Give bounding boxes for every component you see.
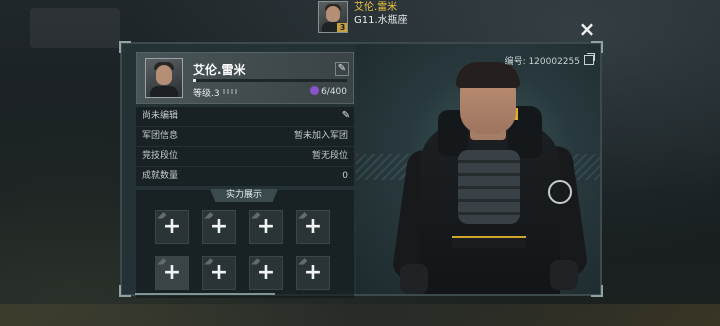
avatar[interactable] xyxy=(145,58,183,98)
copy-icon[interactable] xyxy=(584,53,595,65)
showcase-slot[interactable]: + xyxy=(296,256,330,290)
signature-row[interactable]: 尚未编辑 ✎ xyxy=(136,107,354,126)
level-stripes-decoration xyxy=(223,89,237,94)
strength-showcase: 实力展示 + + + + + + + + xyxy=(136,189,354,298)
info-row-achievements: 成就数量 0 xyxy=(136,167,354,186)
top-avatar[interactable]: 3 xyxy=(318,1,348,33)
profile-info-column: 艾伦.雷米 ✎ 等级.3 6/400 尚未编辑 ✎ 军团信息 暂未加入军团 竞技… xyxy=(136,52,354,298)
showcase-slot[interactable]: + xyxy=(155,210,189,244)
info-row-rank: 竞技段位 暂无段位 xyxy=(136,147,354,166)
showcase-slot[interactable]: + xyxy=(202,210,236,244)
edit-signature-icon[interactable]: ✎ xyxy=(340,110,352,122)
info-row-legion: 军团信息 暂未加入军团 xyxy=(136,127,354,146)
plus-icon: + xyxy=(256,260,276,285)
plus-icon: + xyxy=(303,214,323,239)
exp-progress-bar xyxy=(193,79,347,82)
info-label: 军团信息 xyxy=(142,131,179,141)
panel-bottom-accent xyxy=(135,293,275,295)
profile-panel: 艾伦.雷米 ✎ 等级.3 6/400 尚未编辑 ✎ 军团信息 暂未加入军团 竞技… xyxy=(119,41,603,298)
showcase-slot[interactable]: + xyxy=(202,256,236,290)
plus-icon: + xyxy=(162,260,182,285)
edit-name-icon[interactable]: ✎ xyxy=(335,62,349,76)
character-id: 编号: 120002255 xyxy=(504,57,580,67)
signature-text: 尚未编辑 xyxy=(142,111,179,121)
close-button[interactable]: × xyxy=(576,18,598,40)
showcase-slot[interactable]: + xyxy=(155,256,189,290)
top-player-name: 艾伦.雷米 xyxy=(354,2,398,13)
plus-icon: + xyxy=(209,260,229,285)
info-value: 0 xyxy=(342,171,348,181)
exp-value-text: 6/400 xyxy=(321,87,347,97)
profile-card: 艾伦.雷米 ✎ 等级.3 6/400 xyxy=(136,52,354,104)
character-illustration xyxy=(391,60,589,294)
exp-value: 6/400 xyxy=(310,86,347,97)
top-server-name: G11.水瓶座 xyxy=(354,15,408,26)
showcase-title: 实力展示 xyxy=(210,189,278,202)
top-level-badge: 3 xyxy=(337,23,347,32)
info-value: 暂未加入军团 xyxy=(293,131,348,141)
plus-icon: + xyxy=(256,214,276,239)
top-player-profile[interactable]: 3 艾伦.雷米 G11.水瓶座 xyxy=(318,1,408,33)
showcase-slot[interactable]: + xyxy=(249,256,283,290)
info-value: 暂无段位 xyxy=(311,151,348,161)
exp-progress-fill xyxy=(193,79,197,82)
showcase-slot[interactable]: + xyxy=(296,210,330,244)
info-label: 竞技段位 xyxy=(142,151,179,161)
plus-icon: + xyxy=(303,260,323,285)
level-label: 等级.3 xyxy=(193,89,220,99)
showcase-slot[interactable]: + xyxy=(249,210,283,244)
close-icon: × xyxy=(578,17,596,41)
character-display: 编号: 120002255 xyxy=(356,44,600,294)
plus-icon: + xyxy=(209,214,229,239)
info-label: 成就数量 xyxy=(142,171,179,181)
player-name: 艾伦.雷米 xyxy=(193,63,246,77)
exp-orb-icon xyxy=(310,86,320,95)
plus-icon: + xyxy=(162,214,182,239)
